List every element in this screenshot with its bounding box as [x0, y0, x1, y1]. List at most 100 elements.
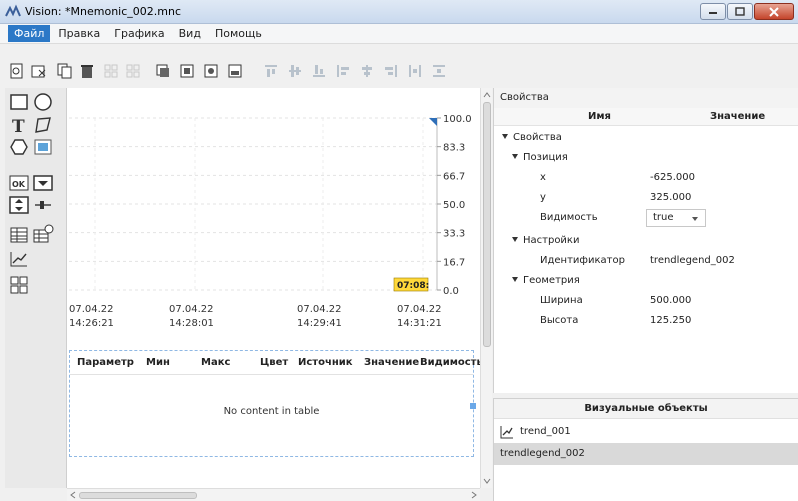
menu-view[interactable]: Вид: [173, 25, 207, 42]
close-doc-icon[interactable]: [30, 62, 48, 80]
polyline-icon[interactable]: [32, 114, 54, 136]
col-parameter[interactable]: Параметр: [77, 357, 134, 368]
spinbox-icon[interactable]: [8, 194, 30, 216]
maximize-button[interactable]: [727, 3, 753, 20]
trend-legend-table[interactable]: Параметр Мин Макс Цвет Источник Значение…: [69, 350, 480, 457]
vertical-scroll-thumb[interactable]: [483, 102, 491, 347]
prop-row-visibility[interactable]: Видимость true: [494, 208, 798, 228]
table-icon[interactable]: [8, 224, 30, 246]
col-min[interactable]: Мин: [146, 357, 170, 368]
prop-row-y[interactable]: y 325.000: [494, 188, 798, 208]
prop-group-root[interactable]: Свойства: [494, 128, 798, 148]
mnemonic-canvas[interactable]: 100.0 83.3 66.7 50.0 33.3 16.7 0.0 07.04.22 14:…: [67, 88, 480, 488]
canvas-horizontal-scrollbar[interactable]: [67, 488, 480, 501]
prop-visibility-label: Видимость: [540, 212, 598, 223]
y-tick-label: 83.3: [443, 143, 465, 154]
prop-height-value[interactable]: 125.250: [650, 315, 691, 326]
resize-handle-right[interactable]: [470, 403, 476, 409]
prop-row-id[interactable]: Идентификатор trendlegend_002: [494, 251, 798, 271]
col-max[interactable]: Макс: [201, 357, 230, 368]
table-time-icon[interactable]: [32, 224, 54, 246]
expand-icon[interactable]: [512, 154, 518, 159]
canvas-vertical-scrollbar[interactable]: [480, 88, 492, 488]
col-source[interactable]: Источник: [298, 357, 353, 368]
visibility-select-value: true: [653, 212, 674, 223]
properties-header: Имя Значение: [494, 108, 798, 126]
grid-alt-icon: [126, 64, 140, 78]
cursor-time-label: 07:08:: [397, 281, 429, 291]
trend-chart[interactable]: 100.0 83.3 66.7 50.0 33.3 16.7 0.0 07.04.22 14:…: [67, 88, 480, 350]
trend-icon[interactable]: [8, 248, 30, 270]
prop-id-label: Идентификатор: [540, 255, 625, 266]
trend-icon: [500, 426, 513, 439]
visual-object-label: trend_001: [520, 426, 571, 437]
x-tick-date: 07.04.22: [297, 304, 342, 315]
layer-bottom-icon[interactable]: [226, 62, 244, 80]
toolbar: [0, 44, 798, 86]
minimize-button[interactable]: [700, 3, 726, 20]
prop-row-x[interactable]: x -625.000: [494, 168, 798, 188]
minimize-icon: [709, 11, 717, 14]
expand-icon[interactable]: [512, 277, 518, 282]
y-tick-label: 66.7: [443, 171, 465, 182]
rectangle-icon[interactable]: [8, 91, 30, 113]
ellipse-icon[interactable]: [32, 91, 54, 113]
chart-grid: [69, 117, 437, 291]
ok-button-icon[interactable]: OK: [8, 172, 30, 194]
delete-icon[interactable]: [78, 62, 96, 80]
properties-panel: Свойства Имя Значение Свойства Позиция x…: [493, 88, 798, 393]
prop-x-value[interactable]: -625.000: [650, 172, 695, 183]
prop-settings-label: Настройки: [523, 235, 580, 246]
menu-edit[interactable]: Правка: [52, 25, 106, 42]
visual-object-item[interactable]: trend_001: [494, 421, 798, 443]
close-button[interactable]: [754, 3, 794, 20]
visual-object-item-selected[interactable]: trendlegend_002: [494, 443, 798, 465]
expand-icon[interactable]: [512, 237, 518, 242]
copy-icon[interactable]: [56, 62, 74, 80]
window-title: Vision: *Mnemonic_002.mnc: [25, 5, 182, 18]
title-bar: Vision: *Mnemonic_002.mnc: [0, 0, 798, 24]
menu-file[interactable]: Файл: [8, 25, 51, 42]
menu-help[interactable]: Помощь: [209, 25, 268, 42]
prop-group-position[interactable]: Позиция: [494, 148, 798, 168]
text-icon[interactable]: T: [8, 114, 30, 136]
image-icon[interactable]: [32, 136, 54, 158]
scroll-left-icon[interactable]: [68, 490, 78, 500]
expand-icon[interactable]: [502, 134, 508, 139]
new-icon[interactable]: [8, 62, 26, 80]
prop-row-height[interactable]: Высота 125.250: [494, 311, 798, 331]
scroll-up-icon[interactable]: [482, 90, 492, 100]
horizontal-scroll-thumb[interactable]: [79, 492, 197, 499]
col-color[interactable]: Цвет: [260, 357, 288, 368]
grid-icon: [104, 64, 118, 78]
scroll-down-icon[interactable]: [482, 476, 492, 486]
col-visibility[interactable]: Видимость: [420, 357, 480, 368]
prop-y-value[interactable]: 325.000: [650, 192, 691, 203]
x-tick-date: 07.04.22: [169, 304, 214, 315]
combobox-icon[interactable]: [32, 172, 54, 194]
x-tick-time: 14:31:21: [397, 318, 442, 329]
prop-group-settings[interactable]: Настройки: [494, 231, 798, 251]
layer-icon[interactable]: [154, 62, 172, 80]
col-value[interactable]: Значение: [364, 357, 419, 368]
prop-group-geometry[interactable]: Геометрия: [494, 271, 798, 291]
legend-icon[interactable]: [8, 274, 30, 296]
visibility-select[interactable]: true: [646, 209, 706, 227]
polygon-icon[interactable]: [8, 136, 30, 158]
slider-icon[interactable]: [32, 194, 54, 216]
menu-graphics[interactable]: Графика: [108, 25, 170, 42]
prop-position-label: Позиция: [523, 152, 568, 163]
svg-text:T: T: [12, 117, 25, 136]
scroll-right-icon[interactable]: [469, 490, 479, 500]
menu-bar: Файл Правка Графика Вид Помощь: [0, 24, 798, 44]
align-middle-icon: [289, 65, 301, 77]
prop-x-label: x: [540, 172, 546, 183]
prop-width-value[interactable]: 500.000: [650, 295, 691, 306]
prop-id-value[interactable]: trendlegend_002: [650, 255, 735, 266]
layer-front-icon[interactable]: [178, 62, 196, 80]
properties-panel-title: Свойства: [494, 88, 798, 108]
x-tick-time: 14:29:41: [297, 318, 342, 329]
layer-back-icon[interactable]: [202, 62, 220, 80]
prop-row-width[interactable]: Ширина 500.000: [494, 291, 798, 311]
x-tick-date: 07.04.22: [69, 304, 114, 315]
